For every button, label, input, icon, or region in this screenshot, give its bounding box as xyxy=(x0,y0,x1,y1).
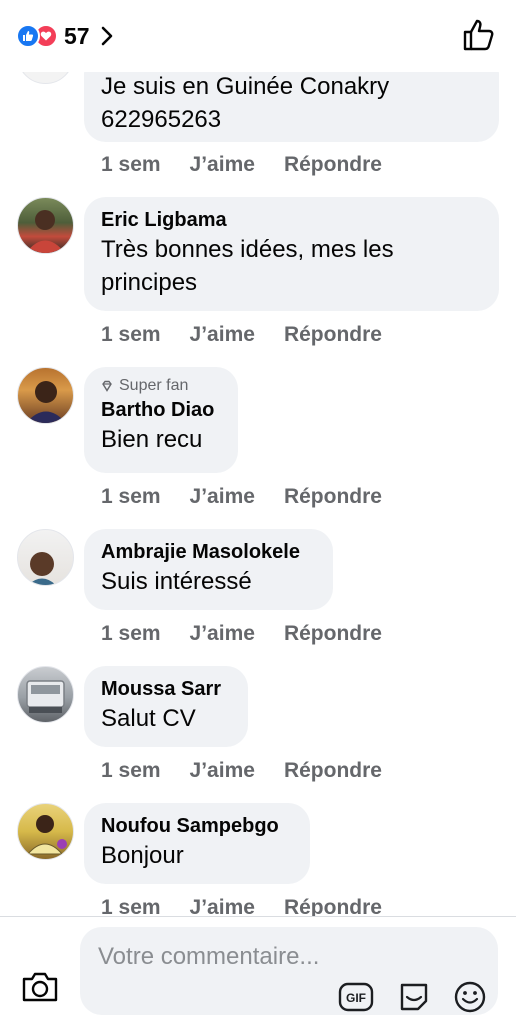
comment-author[interactable]: Bartho Diao xyxy=(101,397,221,423)
comment-actions: 1 sem J’aime Répondre xyxy=(101,485,411,509)
comment-text-line: Salut CV xyxy=(101,705,196,732)
comment-author[interactable]: Eric Ligbama xyxy=(101,207,482,233)
like-comment-button[interactable]: J’aime xyxy=(190,759,255,783)
comment-author[interactable]: Noufou Sampebgo xyxy=(101,813,293,839)
thumbs-up-icon xyxy=(463,19,494,51)
badge-label: Super fan xyxy=(119,377,189,394)
like-comment-button[interactable]: J’aime xyxy=(190,485,255,509)
reply-button[interactable]: Répondre xyxy=(284,622,382,646)
comment-bubble[interactable]: Ambrajie Masolokele Suis intéressé xyxy=(84,529,333,610)
reply-button[interactable]: Répondre xyxy=(284,759,382,783)
gif-label: GIF xyxy=(346,991,366,1005)
like-comment-button[interactable]: J’aime xyxy=(190,153,255,177)
sticker-button[interactable] xyxy=(396,979,432,1015)
comment-time[interactable]: 1 sem xyxy=(101,153,161,177)
comment-bubble[interactable]: Noufou Sampebgo Bonjour xyxy=(84,803,310,884)
comment-actions: 1 sem J’aime Répondre xyxy=(101,622,411,646)
gif-button[interactable]: GIF xyxy=(338,979,374,1015)
camera-button[interactable] xyxy=(20,969,60,1005)
reactions-summary[interactable]: 57 xyxy=(16,20,114,52)
emoji-button[interactable] xyxy=(452,979,488,1015)
comment-time[interactable]: 1 sem xyxy=(101,485,161,509)
comment-actions: 1 sem J’aime Répondre xyxy=(101,896,411,916)
reaction-count: 57 xyxy=(64,22,90,49)
comment-text-line: Bonjour xyxy=(101,842,184,869)
super-fan-badge: Super fan xyxy=(101,377,221,395)
comment-text-line: Très bonnes idées, mes les xyxy=(101,236,394,263)
comment-actions: 1 sem J’aime Répondre xyxy=(101,759,411,783)
person-icon xyxy=(26,381,66,423)
like-comment-button[interactable]: J’aime xyxy=(190,622,255,646)
like-comment-button[interactable]: J’aime xyxy=(190,323,255,347)
comment-actions: 1 sem J’aime Répondre xyxy=(101,323,411,347)
camera-icon xyxy=(22,972,58,1002)
comment-bubble[interactable]: Moussa Sarr Salut CV xyxy=(84,666,248,747)
chevron-right-icon xyxy=(100,25,114,47)
like-icon xyxy=(16,24,40,48)
person-icon xyxy=(28,552,56,585)
comment-composer: Votre commentaire... GIF xyxy=(0,916,516,1024)
avatar[interactable] xyxy=(17,367,74,424)
comment-time[interactable]: 1 sem xyxy=(101,323,161,347)
sticker-icon xyxy=(400,983,428,1011)
comment-author[interactable]: Moussa Sarr xyxy=(101,676,231,702)
reply-button[interactable]: Répondre xyxy=(284,896,382,916)
reply-button[interactable]: Répondre xyxy=(284,153,382,177)
diamond-icon xyxy=(102,380,112,392)
avatar[interactable] xyxy=(17,803,74,860)
comment-text-line: Je suis en Guinée Conakry xyxy=(101,73,390,100)
truck-image xyxy=(26,680,65,713)
smiley-icon xyxy=(454,981,486,1013)
comment-time[interactable]: 1 sem xyxy=(101,759,161,783)
avatar[interactable] xyxy=(17,666,74,723)
comment-text-line: Suis intéressé xyxy=(101,568,252,595)
like-comment-button[interactable]: J’aime xyxy=(190,896,255,916)
comment-actions: 1 sem J’aime Répondre xyxy=(101,153,411,177)
comment-text-line: Bien recu xyxy=(101,426,203,453)
like-post-button[interactable] xyxy=(462,18,496,52)
comment-text-line: 622965263 xyxy=(101,106,222,133)
reply-button[interactable]: Répondre xyxy=(284,485,382,509)
comment-input[interactable]: Votre commentaire... GIF xyxy=(80,927,498,1015)
person-icon xyxy=(26,815,67,855)
comment-text-line: principes xyxy=(101,269,198,296)
avatar[interactable] xyxy=(17,197,74,254)
comment-bubble[interactable]: Eric Ligbama Très bonnes idées, mes les … xyxy=(84,197,499,311)
comment-bubble[interactable]: Super fan Bartho Diao Bien recu xyxy=(84,367,238,473)
gif-icon: GIF xyxy=(338,982,374,1012)
comment-feed[interactable]: Je suis en Guinée Conakry 622965263 1 se… xyxy=(0,0,516,916)
avatar[interactable] xyxy=(17,529,74,586)
comment-time[interactable]: 1 sem xyxy=(101,622,161,646)
comment-placeholder: Votre commentaire... xyxy=(98,943,320,970)
reactions-header: 57 xyxy=(0,0,516,72)
comment-time[interactable]: 1 sem xyxy=(101,896,161,916)
person-icon xyxy=(26,210,65,253)
comment-author[interactable]: Ambrajie Masolokele xyxy=(101,539,316,565)
reply-button[interactable]: Répondre xyxy=(284,323,382,347)
